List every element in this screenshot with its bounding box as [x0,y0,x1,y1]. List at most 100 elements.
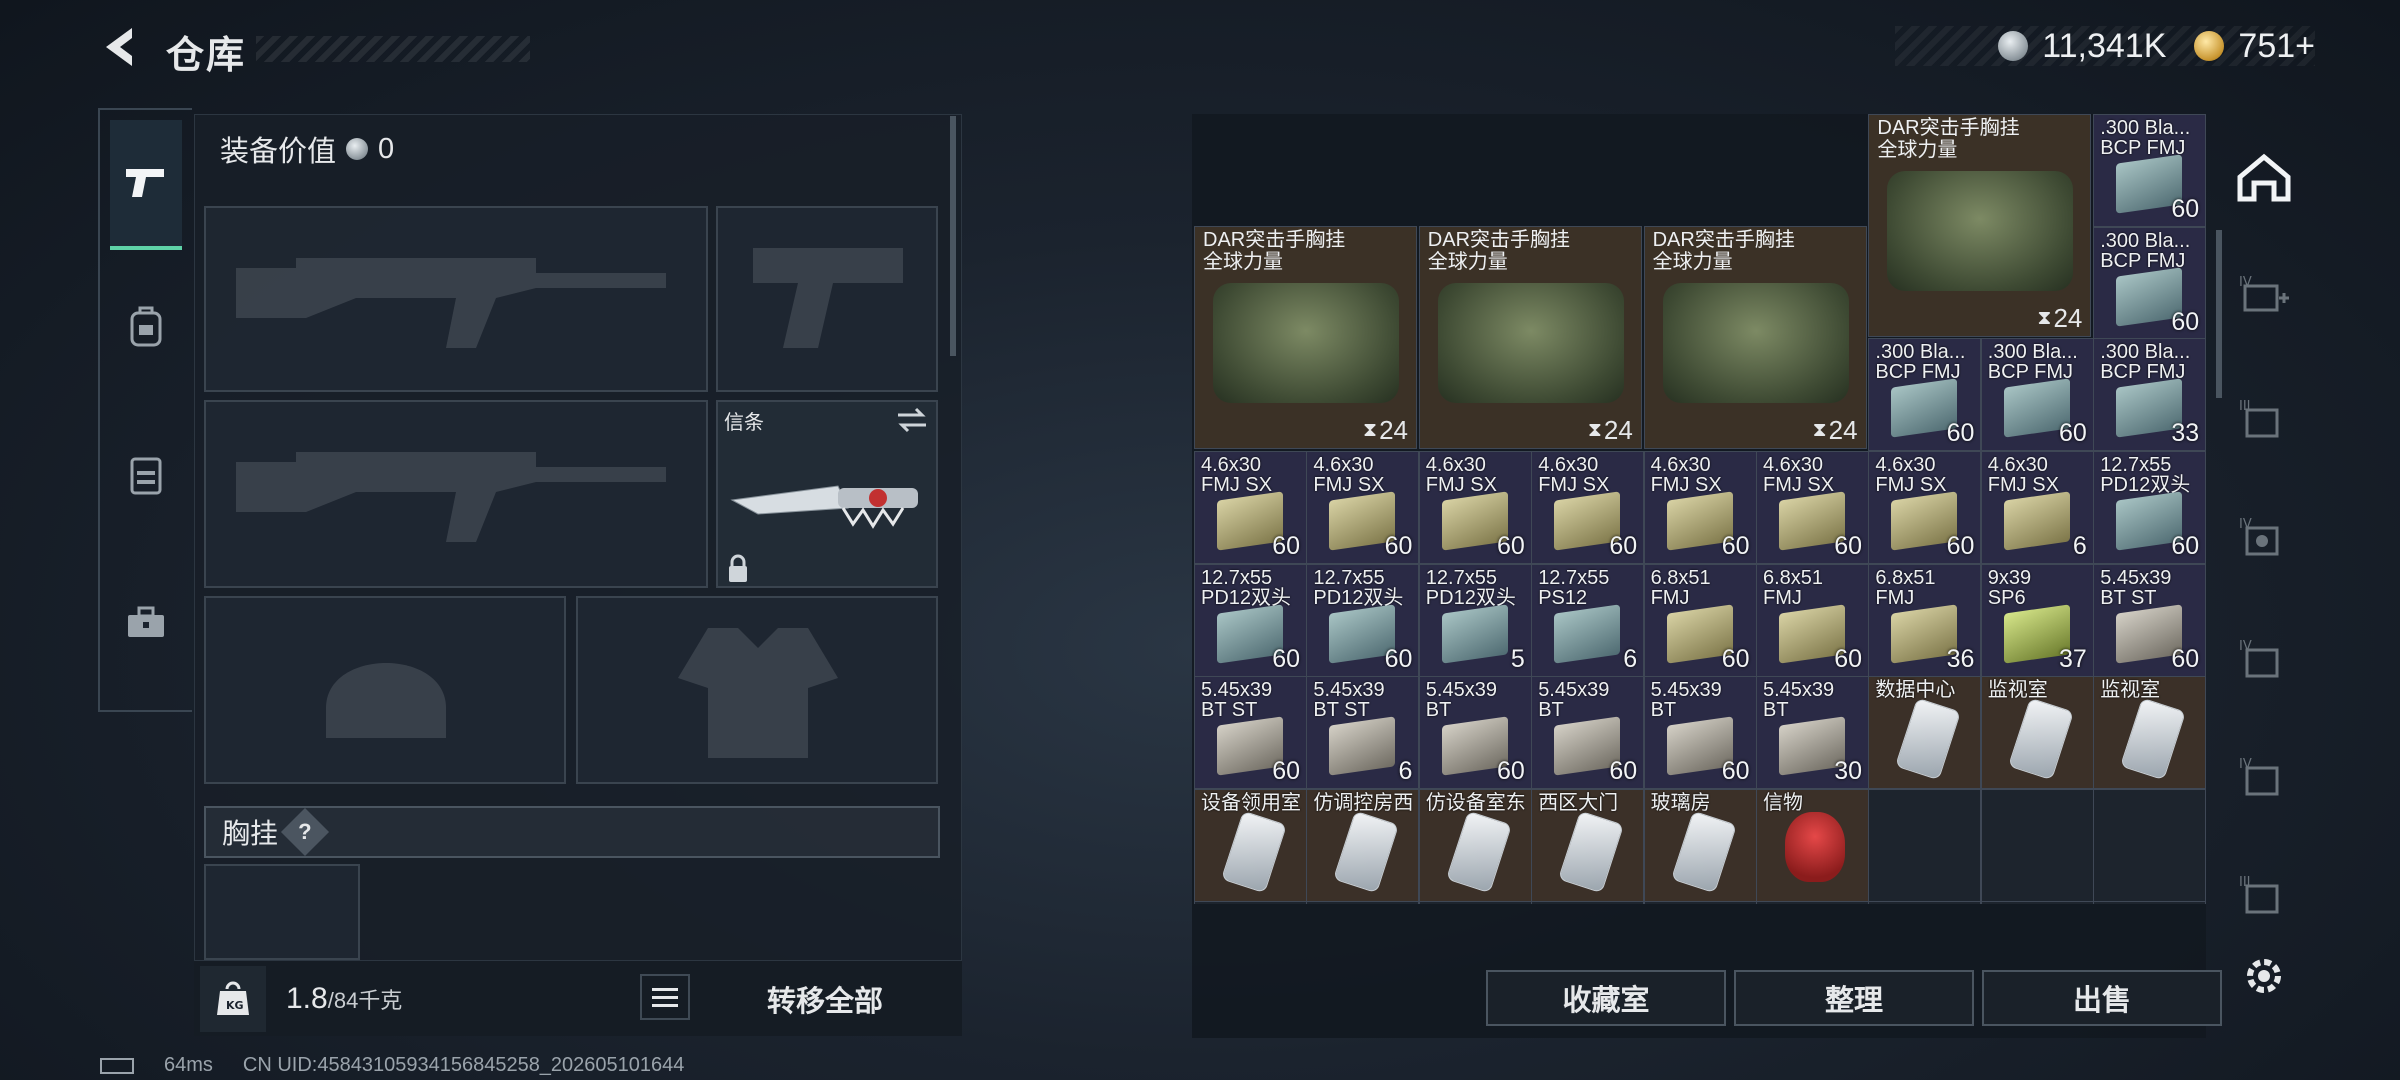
stash-page-5-icon[interactable]: IV [2232,626,2296,690]
stash-item-ammo[interactable]: 4.6x30 FMJ SX 60 [1756,451,1869,564]
item-name: 仿调控房西 [1313,791,1414,814]
stash-item-ammo[interactable]: 4.6x30 FMJ SX 6 [1980,451,2094,564]
back-arrow-icon[interactable] [96,22,146,72]
pistol-slot[interactable] [716,206,938,392]
stash-item-ammo[interactable]: 5.45x39 BT ST 60 [2093,563,2206,677]
empty-stash-cell[interactable] [1531,901,1645,904]
stash-scrollbar[interactable] [2216,230,2222,398]
stash-item-ammo[interactable]: .300 Bla... BCP FMJ 60 [1980,338,2094,451]
empty-stash-cell[interactable] [1418,901,1532,904]
item-name: DAR突击手胸挂 [1652,229,1795,251]
tab-toolbox[interactable] [110,558,182,688]
stash-item-key[interactable]: 玻璃房 [1643,788,1757,902]
item-subname: FMJ SX [1313,474,1385,496]
stash-item-ammo[interactable]: 4.6x30 FMJ SX 60 [1306,451,1420,564]
item-count: 60 [1272,757,1300,786]
item-name: DAR突击手胸挂 [1877,117,2020,139]
helmet-slot[interactable] [204,596,566,784]
armor-slot[interactable] [576,596,938,784]
stash-item-key[interactable]: 仿调控房西 [1306,788,1420,902]
stash-item-ammo[interactable]: 4.6x30 FMJ SX 60 [1643,451,1757,564]
stash-item-key[interactable]: 监视室 [2093,676,2206,790]
item-name: 信物 [1763,791,1803,814]
stash-item-ammo[interactable]: 12.7x55 PD12双头 60 [1306,563,1420,677]
stash-item-ammo[interactable]: 5.45x39 BT ST 60 [1194,676,1307,790]
item-subname: FMJ SX [1875,474,1947,496]
organize-button[interactable]: 整理 [1734,970,1974,1026]
stash-item-key[interactable]: 西区大门 [1531,788,1645,902]
stash-item-ammo[interactable]: 4.6x30 FMJ SX 60 [1868,451,1982,564]
stash-item-ammo[interactable]: 12.7x55 PD12双头 60 [1194,563,1307,677]
stash-item-ammo[interactable]: .300 Bla... BCP FMJ 33 [2093,338,2206,451]
stash-item-ammo[interactable]: .300 Bla... BCP FMJ 60 [2093,114,2206,227]
equipment-scrollbar[interactable] [950,116,956,356]
stash-item-chest-rig[interactable]: DAR突击手胸挂 全球力量 ⧗ 24 [1643,226,1867,449]
empty-stash-cell[interactable] [1194,901,1307,904]
stash-item-ammo[interactable]: 5.45x39 BT 60 [1643,676,1757,790]
stash-item-ammo[interactable]: 12.7x55 PS12 6 [1531,563,1645,677]
stash-item-ammo[interactable]: 5.45x39 BT ST 6 [1306,676,1420,790]
stash-page-4-icon[interactable]: IV [2232,504,2296,568]
list-view-button[interactable] [640,974,690,1020]
stash-item-chest-rig[interactable]: DAR突击手胸挂 全球力量 ⧗ 24 [1868,114,2092,337]
stash-item-key[interactable]: 数据中心 [1868,676,1982,790]
gold-amount[interactable]: 751+ [2238,27,2315,66]
empty-stash-cell[interactable] [1868,901,1982,904]
swap-icon[interactable] [896,406,928,434]
stash-page-add-icon[interactable]: IV [2232,262,2296,326]
secondary-weapon-slot[interactable] [204,400,708,588]
help-icon[interactable]: ? [280,807,330,857]
item-subname: FMJ SX [1425,474,1497,496]
chest-rig-slot[interactable] [204,864,360,960]
settings-gear-icon[interactable] [2232,944,2296,1008]
tab-vest[interactable] [110,410,182,540]
transfer-all-button[interactable]: 转移全部 [740,978,910,1020]
empty-stash-cell[interactable] [2093,901,2206,904]
stash-item-key[interactable]: 监视室 [1980,676,2094,790]
stash-item-chest-rig[interactable]: DAR突击手胸挂 全球力量 ⧗ 24 [1418,226,1642,449]
primary-weapon-slot[interactable] [204,206,708,392]
empty-stash-cell[interactable] [1980,788,2094,902]
stash-page-3-icon[interactable]: III [2232,386,2296,450]
stash-item-ammo[interactable]: 9x39 SP6 37 [1980,563,2094,677]
stash-item-ammo[interactable]: 12.7x55 PD12双头 5 [1418,563,1532,677]
empty-stash-cell[interactable] [1756,901,1869,904]
item-subname: 全球力量 [1427,251,1508,273]
tab-weapons[interactable] [110,120,182,250]
stash-item-key[interactable]: 设备领用室 [1194,788,1307,902]
weight-current: 1.8 [286,982,328,1015]
item-count: 60 [1384,644,1413,673]
empty-stash-cell[interactable] [1980,901,2094,904]
stash-item-ammo[interactable]: .300 Bla... BCP FMJ 60 [2093,226,2206,340]
keycard-icon [1221,810,1287,894]
stash-item-ammo[interactable]: 6.8x51 FMJ 60 [1756,563,1869,677]
stash-page-6-icon[interactable]: IV [2232,744,2296,808]
stash-item-chest-rig[interactable]: DAR突击手胸挂 全球力量 ⧗ 24 [1194,226,1417,449]
stash-item-key[interactable]: 信物 [1756,788,1869,902]
silver-amount: 11,341K [2042,26,2167,65]
tab-backpack[interactable] [110,262,182,392]
empty-stash-cell[interactable] [1868,788,1982,902]
stash-home-icon[interactable] [2232,146,2296,210]
stash-item-ammo[interactable]: 5.45x39 BT 60 [1531,676,1645,790]
stash-item-ammo[interactable]: 4.6x30 FMJ SX 60 [1418,451,1532,564]
stash-item-ammo[interactable]: 6.8x51 FMJ 36 [1868,563,1982,677]
item-name: 12.7x55 [1425,566,1497,589]
stash-item-ammo[interactable]: 6.8x51 FMJ 60 [1643,563,1757,677]
empty-stash-cell[interactable] [2093,788,2206,902]
stash-item-ammo[interactable]: 5.45x39 BT 60 [1418,676,1532,790]
stash-item-ammo[interactable]: 4.6x30 FMJ SX 60 [1531,451,1645,564]
collection-room-button[interactable]: 收藏室 [1486,970,1726,1026]
item-count: 60 [2058,419,2087,447]
melee-slot[interactable]: 信条 [716,400,938,588]
sell-button[interactable]: 出售 [1982,970,2222,1026]
stash-page-7-icon[interactable]: III [2232,862,2296,926]
stash-item-key[interactable]: 仿设备室东 [1418,788,1532,902]
empty-stash-cell[interactable] [1306,901,1420,904]
stash-item-ammo[interactable]: .300 Bla... BCP FMJ 60 [1868,338,1982,451]
stash-item-ammo[interactable]: 5.45x39 BT 30 [1756,676,1869,790]
stash-item-ammo[interactable]: 4.6x30 FMJ SX 60 [1194,451,1307,564]
empty-stash-cell[interactable] [1643,901,1757,904]
item-subname: FMJ SX [1650,474,1722,496]
stash-item-ammo[interactable]: 12.7x55 PD12双头 60 [2093,451,2206,564]
